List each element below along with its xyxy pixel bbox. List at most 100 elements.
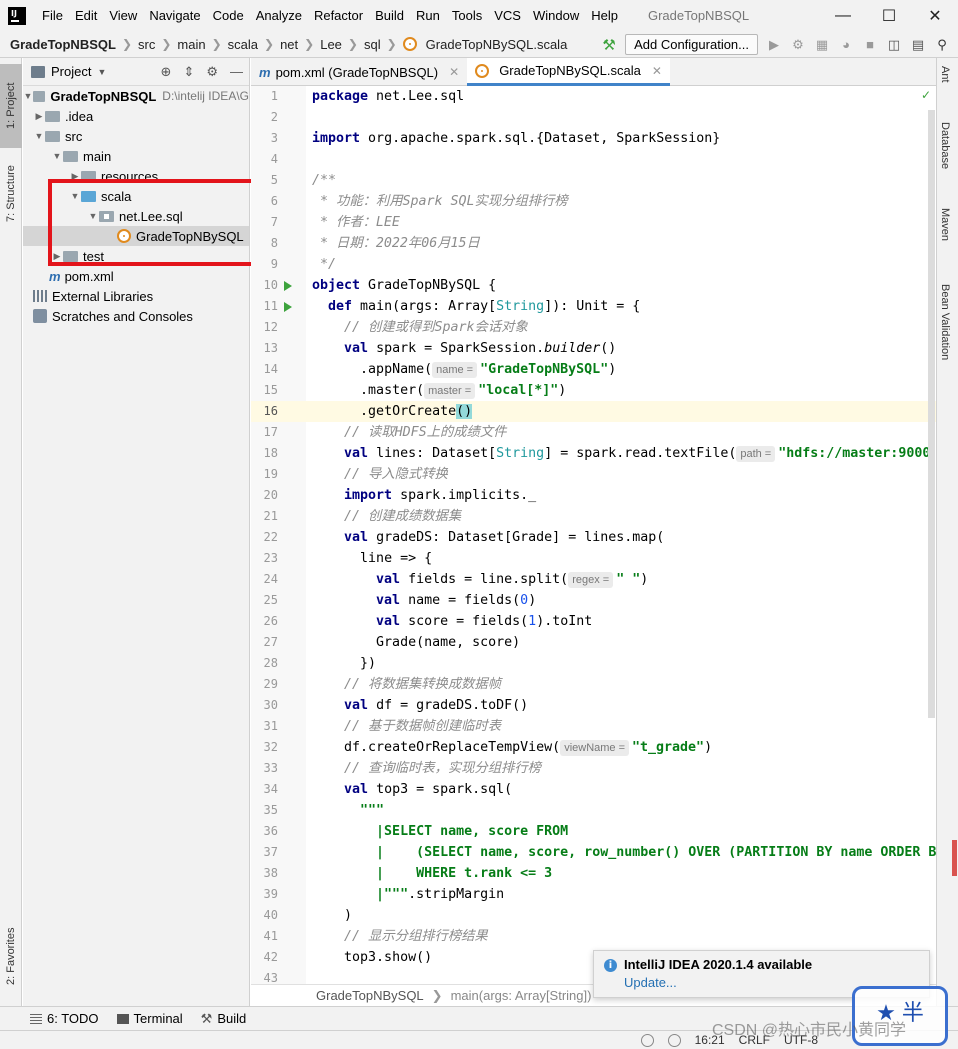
tree-item-main[interactable]: ▼ main — [23, 146, 249, 166]
locate-icon[interactable]: ⊕ — [161, 64, 172, 80]
editor-scrollbar[interactable] — [928, 110, 935, 718]
tree-item-scala[interactable]: ▼ scala — [23, 186, 249, 206]
breadcrumb-project[interactable]: GradeTopNBSQL — [10, 37, 116, 52]
breadcrumb-src[interactable]: src — [138, 37, 155, 52]
search-icon[interactable]: ⚲ — [934, 37, 950, 53]
tree-item-project-root[interactable]: ▼ GradeTopNBSQL D:\intelij IDEA\G — [23, 86, 250, 106]
tab-project[interactable]: 1: Project — [0, 64, 22, 148]
tree-item-label: resources — [101, 168, 159, 184]
tree-item-test[interactable]: ▶ test — [23, 246, 249, 266]
menu-edit[interactable]: Edit — [69, 0, 103, 31]
minimize-icon[interactable]: — — [820, 0, 866, 31]
breadcrumb-sql[interactable]: sql — [364, 37, 381, 52]
gear-icon[interactable]: ⚙ — [206, 64, 218, 80]
tree-item-scratches[interactable]: Scratches and Consoles — [23, 306, 249, 326]
tree-item-idea[interactable]: ▶ .idea — [23, 106, 249, 126]
close-icon[interactable]: ✕ — [912, 0, 958, 31]
expanded-arrow-icon[interactable]: ▼ — [87, 211, 99, 221]
expanded-arrow-icon[interactable]: ▼ — [69, 191, 81, 201]
menu-build[interactable]: Build — [369, 0, 410, 31]
tree-item-src[interactable]: ▼ src — [23, 126, 249, 146]
intellij-logo-icon — [8, 6, 26, 25]
source-folder-icon — [81, 190, 96, 202]
folder-icon — [32, 90, 46, 102]
menu-window[interactable]: Window — [527, 0, 585, 31]
collapsed-arrow-icon[interactable]: ▶ — [51, 251, 63, 262]
tab-favorites[interactable]: 2: Favorites — [0, 914, 22, 998]
hammer-icon[interactable]: ⚒ — [601, 37, 617, 54]
code-string: |SELECT name, score FROM — [376, 824, 569, 839]
tab-ant[interactable]: Ant — [939, 66, 951, 83]
code-line: def main(args: Array[String]): Unit = { — [306, 296, 936, 317]
tab-gradetopnbysql-scala[interactable]: GradeTopNBySQL.scala ✕ — [467, 58, 670, 86]
coverage-icon[interactable]: ▦ — [814, 37, 830, 53]
layout-icon[interactable]: ▤ — [910, 37, 926, 53]
project-panel-title[interactable]: Project — [51, 64, 91, 79]
breadcrumb-file[interactable]: GradeTopNBySQL.scala — [402, 37, 567, 52]
breadcrumb-lee[interactable]: Lee — [320, 37, 342, 52]
breadcrumb-main[interactable]: main — [177, 37, 205, 52]
memory-indicator-icon[interactable] — [667, 1033, 681, 1047]
tree-item-resources[interactable]: ▶ resources — [23, 166, 249, 186]
collapsed-arrow-icon[interactable]: ▶ — [69, 171, 81, 182]
tab-pom-xml[interactable]: m pom.xml (GradeTopNBSQL) ✕ — [251, 58, 467, 86]
tree-item-external-libraries[interactable]: External Libraries — [23, 286, 249, 306]
code-editor[interactable]: package net.Lee.sql import org.apache.sp… — [306, 86, 936, 984]
tab-maven[interactable]: Maven — [939, 208, 951, 241]
editor-breadcrumb-method[interactable]: main(args: Array[String]) — [451, 988, 592, 1003]
menu-analyze[interactable]: Analyze — [250, 0, 308, 31]
menu-file[interactable]: File — [36, 0, 69, 31]
editor-breadcrumb-object[interactable]: GradeTopNBySQL — [316, 988, 424, 1003]
code-comment: // 创建成绩数据集 — [344, 509, 462, 524]
tab-structure[interactable]: 7: Structure — [0, 154, 22, 234]
breadcrumb-scala[interactable]: scala — [228, 37, 258, 52]
menu-view[interactable]: View — [103, 0, 143, 31]
code-string: "local[*]" — [478, 383, 559, 398]
menu-code[interactable]: Code — [207, 0, 250, 31]
code-line: val lines: Dataset[String] = spark.read.… — [306, 443, 936, 464]
menu-refactor[interactable]: Refactor — [308, 0, 369, 31]
menu-vcs[interactable]: VCS — [488, 0, 527, 31]
tab-database[interactable]: Database — [939, 122, 951, 169]
line-number: 11 — [263, 299, 278, 313]
tree-item-gradetopnbysql[interactable]: GradeTopNBySQL — [23, 226, 249, 246]
breadcrumb-net[interactable]: net — [280, 37, 298, 52]
terminal-tool-button[interactable]: Terminal — [116, 1011, 183, 1026]
maximize-icon[interactable]: ☐ — [866, 0, 912, 31]
menu-help[interactable]: Help — [585, 0, 624, 31]
line-number: 4 — [270, 152, 278, 166]
debug-icon[interactable]: ⚙ — [790, 37, 806, 53]
project-structure-icon[interactable]: ◫ — [886, 37, 902, 53]
tree-item-pom[interactable]: m pom.xml — [23, 266, 249, 286]
hide-icon[interactable]: — — [230, 64, 243, 80]
expanded-arrow-icon[interactable]: ▼ — [51, 151, 63, 161]
run-icon[interactable]: ▶ — [766, 37, 782, 53]
no-problems-check-icon[interactable]: ✓ — [921, 88, 931, 102]
build-tool-button[interactable]: ⚒ Build — [201, 1011, 247, 1027]
tree-item-label: External Libraries — [52, 288, 154, 304]
collapse-all-icon[interactable]: ⇕ — [183, 64, 194, 80]
run-gutter-icon[interactable] — [284, 281, 292, 291]
expanded-arrow-icon[interactable]: ▼ — [33, 131, 45, 141]
menu-run[interactable]: Run — [410, 0, 446, 31]
expanded-arrow-icon[interactable]: ▼ — [23, 91, 33, 101]
line-number: 23 — [263, 551, 278, 565]
todo-tool-button[interactable]: 6: TODO — [30, 1011, 99, 1026]
collapsed-arrow-icon[interactable]: ▶ — [33, 111, 45, 122]
close-icon[interactable]: ✕ — [449, 65, 459, 79]
chevron-down-icon[interactable]: ▼ — [97, 67, 106, 77]
close-icon[interactable]: ✕ — [652, 64, 662, 78]
line-number: 42 — [263, 950, 278, 964]
tree-item-label: pom.xml — [64, 268, 114, 284]
menu-tools[interactable]: Tools — [446, 0, 488, 31]
stop-icon[interactable]: ■ — [862, 37, 878, 53]
add-configuration-button[interactable]: Add Configuration... — [625, 34, 758, 55]
tab-bean-validation[interactable]: Bean Validation — [939, 284, 951, 360]
event-log-icon[interactable] — [640, 1033, 654, 1047]
line-number: 41 — [263, 929, 278, 943]
profile-icon[interactable]: ◕ — [838, 37, 854, 53]
line-number: 3 — [270, 131, 278, 145]
tree-item-package[interactable]: ▼ net.Lee.sql — [23, 206, 249, 226]
run-gutter-icon[interactable] — [284, 302, 292, 312]
menu-navigate[interactable]: Navigate — [143, 0, 206, 31]
